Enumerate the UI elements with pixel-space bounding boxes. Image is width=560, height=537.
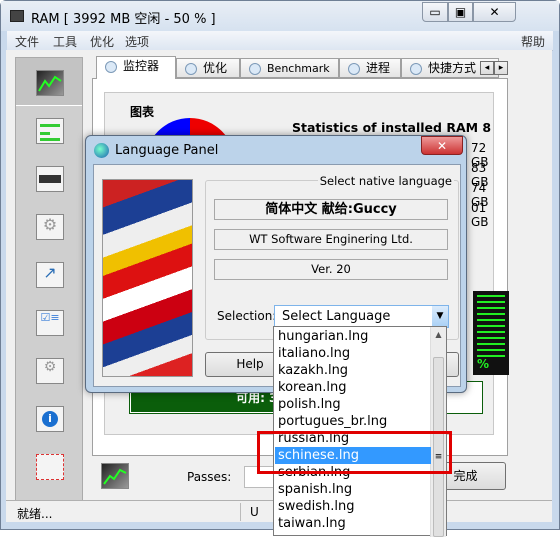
dialog-close-button[interactable]: ✕ — [421, 136, 463, 155]
mail-icon[interactable] — [36, 454, 64, 480]
maximize-button[interactable]: ▣ — [448, 2, 473, 22]
window-title: RAM [ 3992 MB 空闲 - 50 % ] — [31, 12, 216, 27]
scroll-up-icon[interactable]: ▲ — [431, 330, 446, 339]
language-select[interactable]: Select Language ▼ — [274, 305, 449, 328]
tab-processes[interactable]: 进程 — [339, 58, 401, 78]
language-option[interactable]: hungarian.lng — [275, 328, 431, 345]
menu-optimize[interactable]: 优化 — [90, 33, 114, 50]
language-option[interactable]: italiano.lng — [275, 345, 431, 362]
tab-scroll-left[interactable]: ◂ — [480, 61, 494, 75]
stat-value: 01 GB — [471, 201, 489, 229]
tab-monitor[interactable]: 监控器 — [96, 56, 176, 79]
monitor-chart-icon[interactable] — [36, 70, 64, 96]
status-divider — [240, 503, 241, 521]
flags-image — [102, 179, 193, 377]
memory-chip-icon[interactable] — [36, 166, 64, 192]
language-option[interactable]: korean.lng — [275, 379, 431, 396]
language-option[interactable]: polish.lng — [275, 396, 431, 413]
group-label: Select native language — [317, 174, 454, 188]
menu-file[interactable]: 文件 — [15, 33, 39, 50]
company-line: WT Software Enginering Ltd. — [214, 229, 448, 250]
bars-icon[interactable] — [36, 118, 64, 144]
chevron-down-icon[interactable]: ▼ — [432, 306, 448, 327]
tab-optimize[interactable]: 优化 — [176, 58, 240, 78]
status-text: 就绪... — [17, 507, 53, 521]
sidebar: ⚙ ↗ ☑≡ ⚙ i — [15, 57, 83, 520]
tab-scroll-right[interactable]: ▸ — [494, 61, 508, 75]
app-chip-icon — [10, 10, 24, 22]
annotation-highlight-box — [257, 431, 452, 474]
language-option[interactable]: swedish.lng — [275, 498, 431, 515]
checklist-icon[interactable]: ☑≡ — [36, 310, 64, 336]
info-icon[interactable]: i — [36, 406, 64, 432]
selection-label: Selection: — [217, 309, 277, 323]
credit-line: 简体中文 献给:Guccy — [214, 199, 448, 220]
globe-icon — [94, 143, 109, 158]
close-button[interactable]: ✕ — [473, 2, 516, 22]
language-option[interactable]: kazakh.lng — [275, 362, 431, 379]
chart-label: 图表 — [130, 105, 155, 119]
tab-benchmark[interactable]: Benchmark — [240, 58, 339, 78]
version-line: Ver. 20 — [214, 259, 448, 280]
title-bar: RAM [ 3992 MB 空闲 - 50 % ] ▭ ▣ ✕ — [1, 1, 559, 31]
status-text-2: U — [250, 505, 259, 519]
language-option[interactable]: spanish.lng — [275, 481, 431, 498]
gear-checklist-icon[interactable]: ⚙ — [36, 358, 64, 384]
menu-tools[interactable]: 工具 — [53, 33, 77, 50]
gears-settings-icon[interactable]: ⚙ — [36, 214, 64, 240]
minimize-button[interactable]: ▭ — [422, 2, 448, 22]
memory-meter: % — [473, 291, 509, 375]
dialog-title: Language Panel — [115, 143, 219, 158]
bottom-chart-icon[interactable] — [101, 463, 129, 489]
shortcut-arrow-icon[interactable]: ↗ — [36, 262, 64, 288]
language-option[interactable]: taiwan.lng — [275, 515, 431, 532]
menu-help[interactable]: 帮助 — [521, 33, 545, 50]
menu-bar: 文件 工具 优化 选项 帮助 — [7, 31, 553, 51]
passes-label: Passes: — [187, 470, 232, 484]
language-option[interactable]: portugues_br.lng — [275, 413, 431, 430]
menu-options[interactable]: 选项 — [125, 33, 149, 50]
